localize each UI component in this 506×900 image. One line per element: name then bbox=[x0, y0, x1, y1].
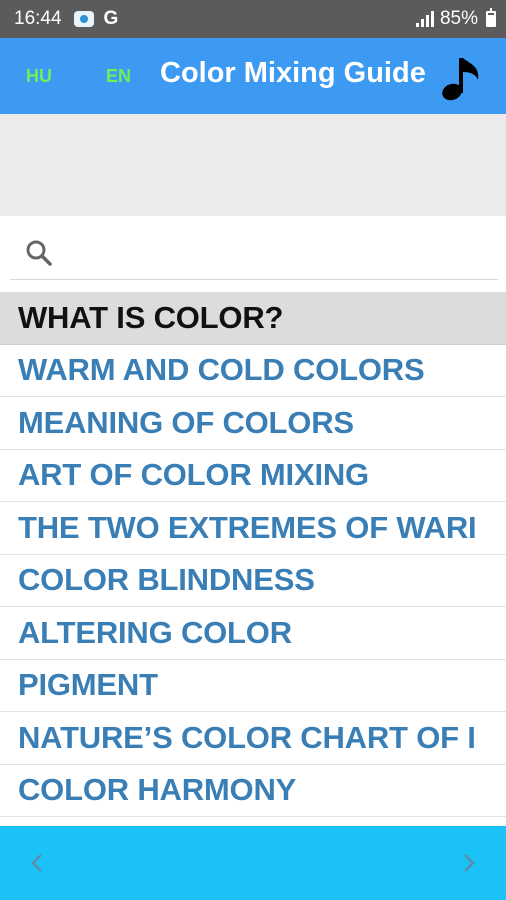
list-item-natures-color-chart[interactable]: NATURE’S COLOR CHART OF I bbox=[0, 712, 506, 765]
list-item-color-harmony[interactable]: COLOR HARMONY bbox=[0, 765, 506, 817]
list-item-label: ART OF COLOR MIXING bbox=[18, 457, 369, 493]
topic-list: WHAT IS COLOR? WARM AND COLD COLORS MEAN… bbox=[0, 292, 506, 817]
status-time: 16:44 bbox=[14, 8, 62, 29]
lang-en-button[interactable]: EN bbox=[106, 66, 131, 87]
list-item-label: ALTERING COLOR bbox=[18, 614, 292, 650]
signal-icon bbox=[415, 11, 434, 27]
list-item-label: MEANING OF COLORS bbox=[18, 404, 354, 440]
music-note-icon[interactable] bbox=[440, 52, 484, 104]
battery-percent: 85% bbox=[439, 8, 478, 29]
list-item-meaning-of-colors[interactable]: MEANING OF COLORS bbox=[0, 397, 506, 450]
list-item-label: COLOR BLINDNESS bbox=[18, 562, 315, 598]
camera-notification-icon bbox=[73, 11, 94, 27]
lang-hu-button[interactable]: HU bbox=[26, 66, 52, 87]
search-icon bbox=[26, 240, 52, 266]
list-item-label: PIGMENT bbox=[18, 667, 158, 703]
next-button[interactable] bbox=[458, 850, 480, 876]
list-item-warm-and-cold-colors[interactable]: WARM AND COLD COLORS bbox=[0, 345, 506, 397]
status-bar: 16:44 G 85% bbox=[0, 0, 506, 38]
app-title: Color Mixing Guide bbox=[160, 57, 426, 89]
g-notification-icon: G bbox=[103, 8, 119, 29]
list-item-label: THE TWO EXTREMES OF WARI bbox=[18, 509, 477, 545]
chevron-right-icon bbox=[464, 854, 475, 872]
chevron-left-icon bbox=[31, 854, 42, 872]
list-item-two-extremes[interactable]: THE TWO EXTREMES OF WARI bbox=[0, 502, 506, 555]
list-item-altering-color[interactable]: ALTERING COLOR bbox=[0, 607, 506, 660]
list-item-label: WARM AND COLD COLORS bbox=[18, 352, 425, 388]
ad-banner-area bbox=[0, 114, 506, 216]
list-item-color-blindness[interactable]: COLOR BLINDNESS bbox=[0, 555, 506, 607]
search-box[interactable] bbox=[10, 226, 498, 280]
battery-icon bbox=[486, 8, 496, 27]
list-item-pigment[interactable]: PIGMENT bbox=[0, 660, 506, 712]
list-item-label: COLOR HARMONY bbox=[18, 772, 297, 808]
search-input[interactable] bbox=[62, 232, 498, 273]
app-bar: HU EN Color Mixing Guide bbox=[0, 38, 506, 114]
prev-button[interactable] bbox=[26, 850, 48, 876]
bottom-nav-bar bbox=[0, 826, 506, 900]
list-item-label: NATURE’S COLOR CHART OF I bbox=[18, 719, 476, 755]
list-item-art-of-color-mixing[interactable]: ART OF COLOR MIXING bbox=[0, 450, 506, 502]
list-item-label: WHAT IS COLOR? bbox=[18, 299, 284, 335]
list-item-what-is-color[interactable]: WHAT IS COLOR? bbox=[0, 292, 506, 345]
